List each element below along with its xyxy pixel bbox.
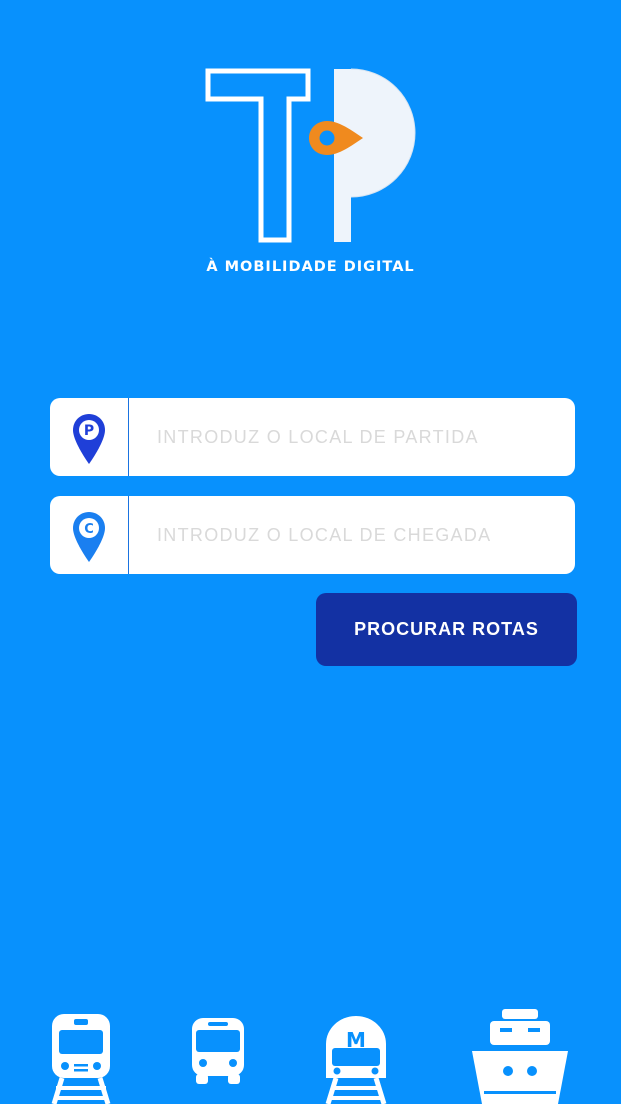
origin-input[interactable] — [157, 398, 557, 476]
origin-pin-letter: P — [84, 423, 94, 439]
bus-icon[interactable] — [190, 1016, 246, 1086]
map-pin-icon: P — [73, 414, 105, 464]
destination-field[interactable]: C — [50, 496, 575, 574]
search-routes-button[interactable]: PROCURAR ROTAS — [316, 593, 577, 666]
map-pin-icon: C — [73, 512, 105, 562]
tagline: À MOBILIDADE DIGITAL — [206, 259, 415, 275]
destination-pin-letter: C — [84, 522, 94, 537]
origin-field[interactable]: P — [50, 398, 575, 476]
destination-input[interactable] — [157, 496, 557, 574]
tp-logo — [205, 68, 416, 243]
destination-pin-cell: C — [50, 496, 129, 574]
origin-pin-cell: P — [50, 398, 129, 476]
metro-letter: M — [346, 1028, 366, 1052]
ship-icon[interactable] — [470, 1007, 570, 1104]
metro-icon[interactable]: M — [322, 1014, 390, 1104]
train-icon[interactable] — [50, 1012, 112, 1104]
